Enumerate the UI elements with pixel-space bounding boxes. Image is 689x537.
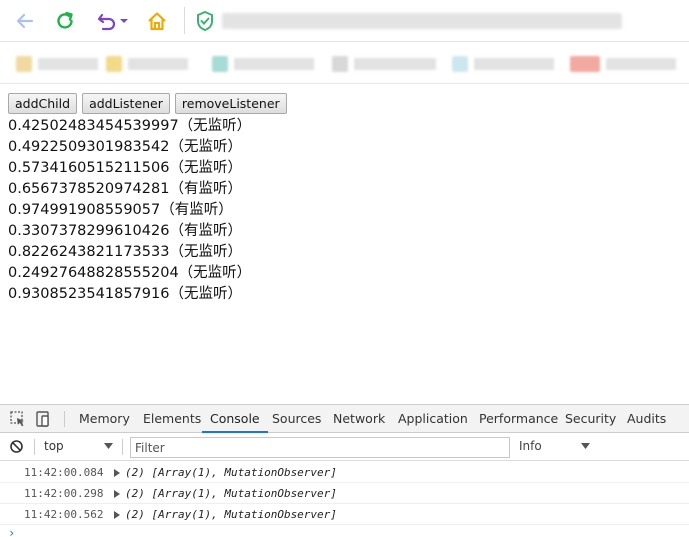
- devtools-tab-bar: Memory Elements Console Sources Network …: [0, 405, 689, 433]
- bookmark-label-redacted: [128, 58, 188, 70]
- bookmark-label-redacted: [354, 58, 436, 70]
- console-message[interactable]: 11:42:00.298 (2) [Array(1), MutationObse…: [0, 483, 689, 504]
- add-listener-button[interactable]: addListener: [82, 93, 170, 114]
- output-line: 0.974991908559057（有监听）: [8, 202, 233, 218]
- bookmark-label-redacted: [38, 58, 98, 70]
- bookmark-label-redacted: [474, 58, 554, 70]
- arrow-left-icon: [16, 13, 34, 29]
- expand-triangle-icon[interactable]: [114, 490, 120, 498]
- bookmark-label-redacted: [234, 58, 314, 70]
- bookmark-item[interactable]: [452, 56, 554, 72]
- dropdown-arrow-icon: [581, 443, 590, 449]
- log-message: (2) [Array(1), MutationObserver]: [125, 508, 337, 521]
- address-bar-redacted[interactable]: [222, 13, 622, 29]
- output-line: 0.8226243821173533（无监听）: [8, 244, 242, 260]
- bookmark-item[interactable]: [16, 56, 98, 72]
- block-icon: [10, 440, 23, 453]
- expand-triangle-icon[interactable]: [114, 469, 120, 477]
- tab-network[interactable]: Network: [333, 405, 385, 433]
- device-toolbar-button[interactable]: [34, 410, 52, 428]
- bookmark-icon: [570, 56, 600, 72]
- output-line: 0.42502483454539997（无监听）: [8, 118, 252, 134]
- console-prompt[interactable]: ›: [8, 526, 15, 537]
- device-mode-icon: [36, 411, 49, 427]
- bookmark-icon: [106, 56, 122, 72]
- bookmark-icon: [16, 56, 32, 72]
- bookmarks-bar: [0, 42, 689, 84]
- context-label: top: [44, 439, 64, 453]
- tab-audits[interactable]: Audits: [627, 405, 666, 433]
- output-line: 0.9308523541857916（无监听）: [8, 286, 242, 302]
- page-content: addChild addListener removeListener 0.42…: [0, 84, 689, 404]
- log-message: (2) [Array(1), MutationObserver]: [125, 487, 337, 500]
- bookmark-item[interactable]: [570, 56, 676, 72]
- tab-memory[interactable]: Memory: [79, 405, 130, 433]
- shield-check-icon: [197, 10, 213, 32]
- bookmark-icon: [332, 56, 348, 72]
- home-button[interactable]: [144, 8, 170, 34]
- tab-divider: [64, 411, 65, 427]
- output-list: 0.42502483454539997（无监听） 0.4922509301983…: [8, 116, 251, 305]
- toolbar-divider: [184, 7, 185, 34]
- expand-triangle-icon[interactable]: [114, 511, 120, 519]
- tab-application[interactable]: Application: [398, 405, 468, 433]
- tab-console[interactable]: Console: [202, 405, 268, 433]
- log-message: (2) [Array(1), MutationObserver]: [125, 466, 337, 479]
- toolbar-divider: [34, 439, 35, 455]
- refresh-icon: [57, 11, 73, 29]
- bookmark-icon: [212, 56, 228, 72]
- console-message[interactable]: 11:42:00.562 (2) [Array(1), MutationObse…: [0, 504, 689, 525]
- log-timestamp: 11:42:00.562: [24, 508, 104, 521]
- log-timestamp: 11:42:00.298: [24, 487, 104, 500]
- home-icon: [148, 12, 166, 31]
- bookmark-item[interactable]: [212, 56, 314, 72]
- tab-sources[interactable]: Sources: [272, 405, 321, 433]
- console-toolbar: top Info: [0, 433, 689, 461]
- log-level-selector[interactable]: Info: [519, 439, 590, 453]
- log-timestamp: 11:42:00.084: [24, 466, 104, 479]
- tab-elements[interactable]: Elements: [143, 405, 201, 433]
- console-message[interactable]: 11:42:00.084 (2) [Array(1), MutationObse…: [0, 462, 689, 483]
- output-line: 0.6567378520974281（有监听）: [8, 181, 242, 197]
- inspect-element-button[interactable]: [9, 410, 27, 428]
- reload-button[interactable]: [52, 8, 78, 34]
- log-level-label: Info: [519, 439, 542, 453]
- output-line: 0.3307378299610426（有监听）: [8, 223, 242, 239]
- context-selector[interactable]: top: [44, 439, 113, 453]
- filter-input[interactable]: [130, 437, 510, 458]
- output-line: 0.24927648828555204（无监听）: [8, 265, 252, 281]
- bookmark-item[interactable]: [106, 56, 188, 72]
- remove-listener-button[interactable]: removeListener: [174, 93, 287, 114]
- toolbar-divider: [122, 439, 123, 455]
- button-row: addChild addListener removeListener: [8, 93, 287, 114]
- undo-icon: [97, 13, 116, 31]
- bookmark-item[interactable]: [332, 56, 436, 72]
- back-button[interactable]: [12, 8, 38, 34]
- tab-security[interactable]: Security: [565, 405, 616, 433]
- bookmark-icon: [452, 56, 468, 72]
- add-child-button[interactable]: addChild: [8, 93, 78, 114]
- tab-performance[interactable]: Performance: [479, 405, 558, 433]
- devtools-panel: Memory Elements Console Sources Network …: [0, 404, 689, 537]
- output-line: 0.5734160515211506（无监听）: [8, 160, 242, 176]
- dropdown-arrow-icon: [104, 443, 113, 449]
- output-line: 0.4922509301983542（无监听）: [8, 139, 242, 155]
- inspect-cursor-icon: [10, 411, 24, 427]
- bookmark-label-redacted: [606, 58, 676, 70]
- browser-toolbar: [0, 0, 689, 42]
- browser-window: addChild addListener removeListener 0.42…: [0, 0, 689, 537]
- secure-site-indicator[interactable]: [192, 8, 218, 34]
- chevron-down-icon: [120, 19, 128, 23]
- clear-console-button[interactable]: [9, 439, 24, 458]
- undo-close-tab-button[interactable]: [92, 8, 132, 34]
